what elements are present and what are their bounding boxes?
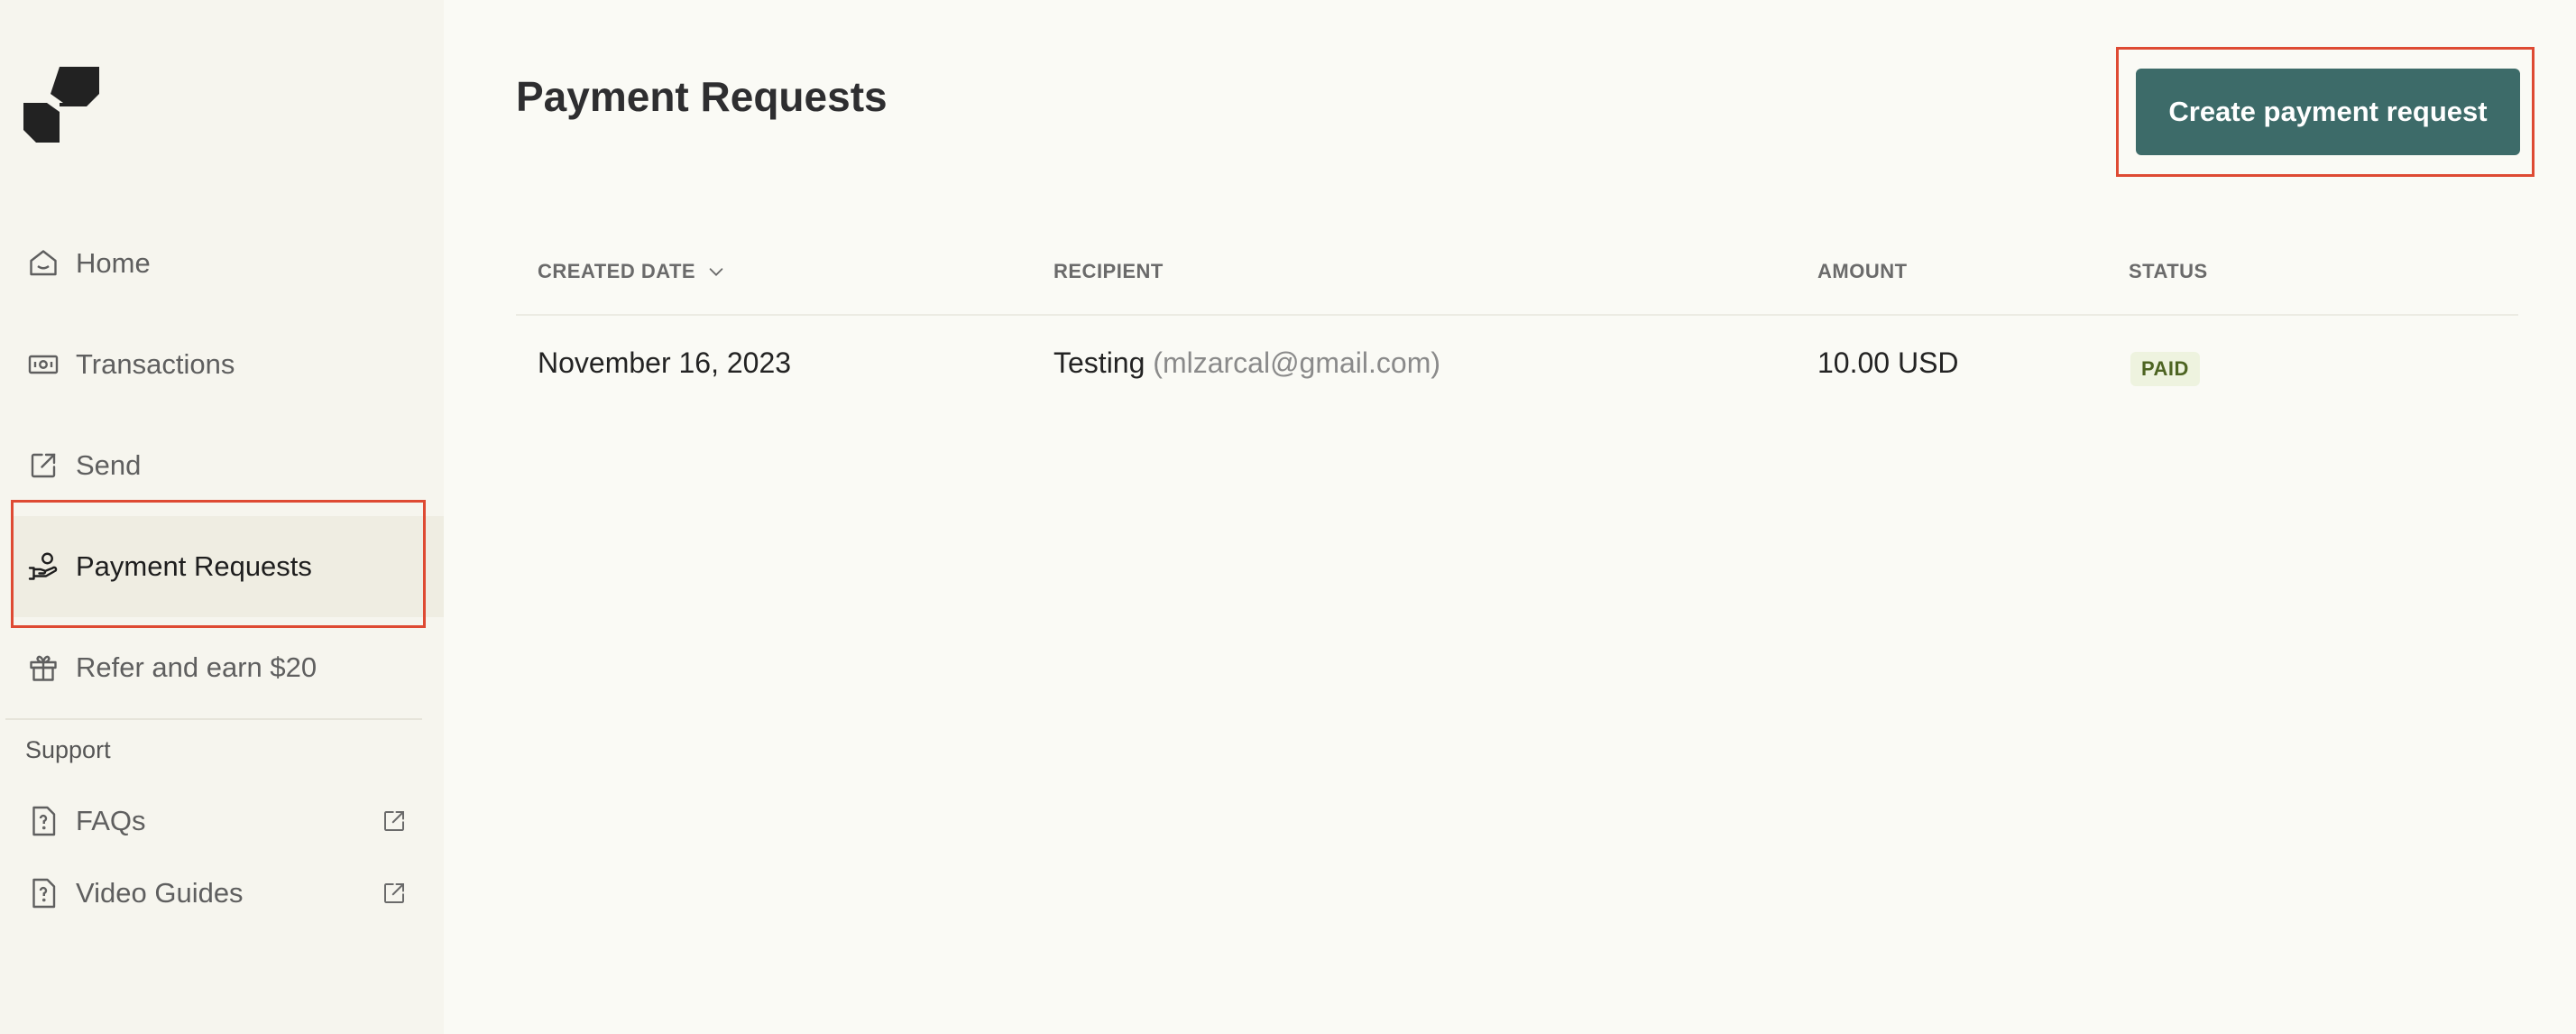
hand-coin-icon: [25, 549, 61, 585]
sidebar: Home Transactions Send Payment Requests …: [0, 0, 444, 1034]
column-header-status: STATUS: [2129, 260, 2208, 282]
sidebar-item-faqs[interactable]: FAQs: [13, 789, 409, 854]
sidebar-item-transactions[interactable]: Transactions: [13, 314, 444, 415]
help-doc-icon: [25, 803, 61, 839]
sidebar-item-label: Transactions: [76, 348, 235, 380]
sidebar-item-label: FAQs: [76, 805, 146, 836]
sidebar-item-label: Refer and earn $20: [76, 651, 317, 683]
app-root: Home Transactions Send Payment Requests …: [0, 0, 2576, 1034]
external-link-icon[interactable]: [379, 806, 409, 836]
column-header-label: CREATED DATE: [538, 260, 696, 282]
sidebar-item-video-guides[interactable]: Video Guides: [13, 861, 409, 926]
column-header-created-date[interactable]: CREATED DATE: [538, 260, 726, 283]
status-badge: PAID: [2130, 352, 2200, 386]
external-link-icon[interactable]: [379, 878, 409, 909]
recipient-name: Testing: [1053, 346, 1145, 379]
create-payment-request-button[interactable]: Create payment request: [2136, 69, 2520, 155]
support-heading: Support: [25, 736, 111, 763]
cell-created-date: November 16, 2023: [538, 346, 792, 379]
sidebar-item-send[interactable]: Send: [13, 415, 444, 516]
sidebar-item-payment-requests[interactable]: Payment Requests: [13, 516, 444, 617]
external-send-icon: [25, 448, 61, 484]
sidebar-item-label: Home: [76, 247, 151, 279]
chevron-down-icon[interactable]: [706, 262, 726, 282]
sidebar-item-refer[interactable]: Refer and earn $20: [13, 617, 444, 718]
banknote-icon: [25, 346, 61, 383]
cell-recipient: Testing (mlzarcal@gmail.com): [1053, 346, 1440, 380]
sidebar-divider: [5, 718, 422, 720]
table-header: CREATED DATE RECIPIENT AMOUNT STATUS: [516, 244, 2518, 316]
sidebar-item-home[interactable]: Home: [13, 213, 444, 314]
table-row[interactable]: November 16, 2023 Testing (mlzarcal@gmai…: [516, 318, 2518, 420]
sidebar-item-label: Video Guides: [76, 877, 244, 909]
column-header-amount: AMOUNT: [1817, 260, 1908, 282]
sidebar-item-label: Payment Requests: [76, 550, 312, 582]
column-header-recipient: RECIPIENT: [1053, 260, 1164, 282]
gift-icon: [25, 650, 61, 686]
brand-logo-icon[interactable]: [23, 67, 99, 143]
sidebar-item-label: Send: [76, 449, 142, 481]
home-icon: [25, 245, 61, 282]
help-doc-icon: [25, 875, 61, 911]
page-title: Payment Requests: [516, 73, 888, 120]
recipient-email: (mlzarcal@gmail.com): [1153, 346, 1441, 379]
cell-amount: 10.00 USD: [1817, 346, 1959, 379]
